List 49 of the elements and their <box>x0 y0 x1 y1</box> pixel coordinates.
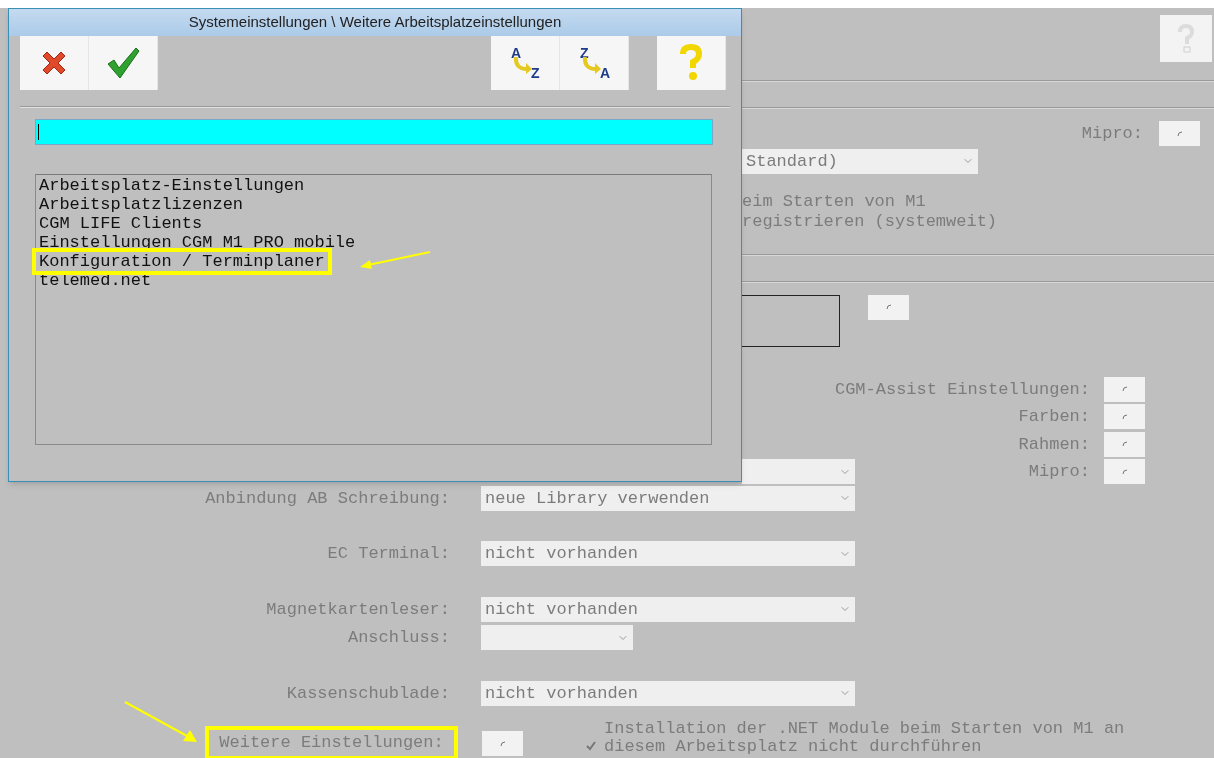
help-button[interactable] <box>657 36 726 90</box>
field-label: EC Terminal: <box>326 543 450 565</box>
option-label: Mipro: <box>1028 461 1090 483</box>
list-item[interactable]: Konfiguration / Terminplaner <box>32 248 332 275</box>
radio-ring-icon <box>1121 386 1128 393</box>
checkbox-label: Installation der .NET Module beim Starten von M1 an diesem Arbeitsplatz nicht durchführen <box>604 720 1126 756</box>
radio-ring-icon <box>1121 413 1128 420</box>
radio-button[interactable] <box>1104 404 1145 430</box>
radio-button[interactable] <box>1104 376 1145 402</box>
field-label: Anbindung AB Schreibung: <box>204 487 450 510</box>
startup-note: eim Starten von M1 registrieren (systemweit) <box>742 191 999 232</box>
option-label: Farben: <box>1018 406 1090 428</box>
list-item[interactable]: Arbeitsplatz-Einstellungen <box>39 176 305 195</box>
option-label: Rahmen: <box>1018 433 1090 456</box>
dropdown[interactable] <box>742 459 855 485</box>
dropdown[interactable]: neue Library verwenden <box>481 485 855 511</box>
confirm-button[interactable] <box>89 36 158 90</box>
radio-button[interactable] <box>1104 459 1145 485</box>
radio-button[interactable] <box>868 294 909 320</box>
field-label: Mipro: <box>1081 123 1143 145</box>
radio-ring-icon <box>885 304 892 310</box>
dropdown[interactable]: Standard) <box>742 148 978 174</box>
checkmark-icon <box>105 46 141 80</box>
radio-ring-icon <box>499 740 506 747</box>
cancel-button[interactable] <box>20 36 89 90</box>
question-mark-icon <box>1176 22 1196 55</box>
radio-ring-icon <box>1176 130 1183 137</box>
field-label: Kassenschublade: <box>285 682 450 705</box>
sort-button[interactable]: Z A <box>560 36 629 90</box>
list-item[interactable]: Arbeitsplatzlizenzen <box>39 195 244 214</box>
checkmark-icon <box>585 740 597 752</box>
radio-button[interactable] <box>1159 121 1200 147</box>
radio-button[interactable] <box>482 731 523 756</box>
dropdown[interactable]: nicht vorhanden <box>481 596 855 622</box>
field-label: Anschluss: <box>346 627 450 649</box>
dropdown[interactable]: nicht vorhanden <box>481 541 855 567</box>
window-title: Systemeinstellungen \ Weitere Arbeitsplatzeinstellungen <box>9 9 741 36</box>
radio-ring-icon <box>1121 468 1128 475</box>
radio-ring-icon <box>1121 441 1128 448</box>
field-label: Weitere Einstellungen: <box>205 726 458 758</box>
dropdown[interactable]: nicht vorhanden <box>481 680 855 706</box>
field-label: Magnetkartenleser: <box>265 598 450 621</box>
option-label: CGM-Assist Einstellungen: <box>834 378 1090 401</box>
dropdown[interactable] <box>481 625 633 651</box>
list-item[interactable]: CGM LIFE Clients <box>39 214 203 233</box>
radio-button[interactable] <box>1104 431 1145 457</box>
search-field[interactable] <box>35 119 713 145</box>
question-mark-icon <box>678 44 704 82</box>
sort-button[interactable]: A Z <box>491 36 560 90</box>
